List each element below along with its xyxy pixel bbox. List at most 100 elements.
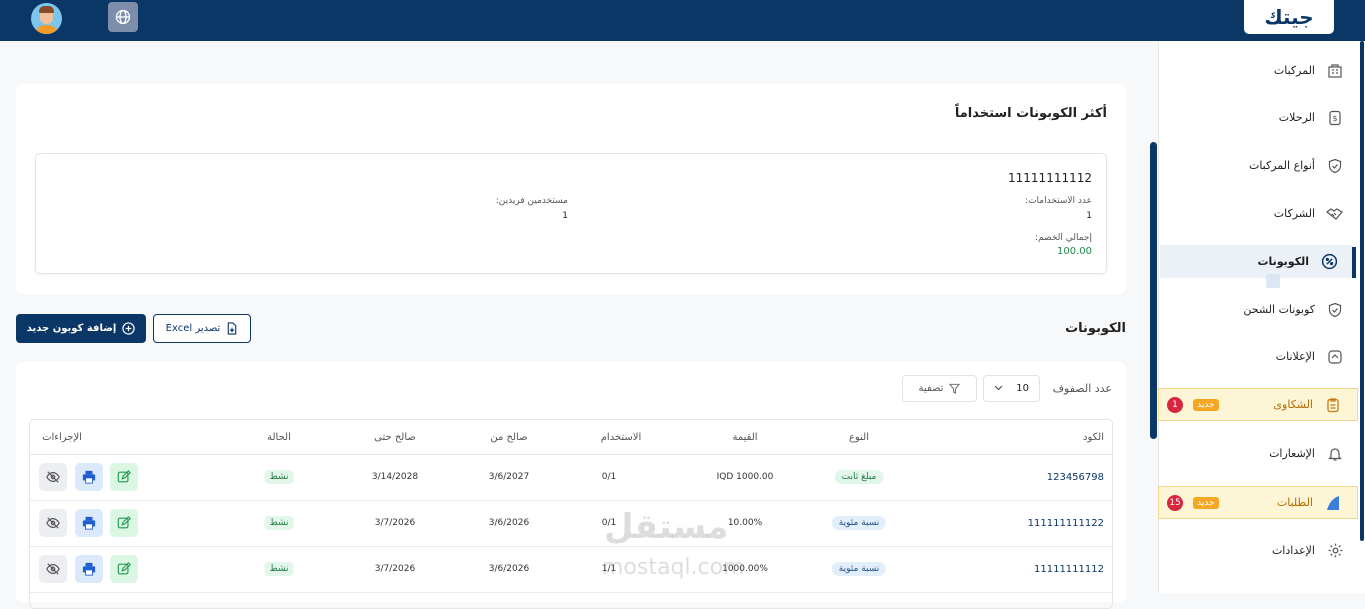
sidebar-item-vehicle-types[interactable]: أنواع المركبات	[1160, 149, 1359, 182]
total-discount-value: 100.00	[1057, 246, 1092, 257]
gear-icon	[1325, 541, 1345, 561]
eye-off-icon	[46, 563, 60, 575]
table-header: الكود النوع القيمة الاستخدام صالح من صال…	[30, 420, 1112, 455]
sidebar-item-coupons[interactable]: الكوبونات	[1160, 245, 1353, 278]
printer-icon	[82, 470, 96, 484]
sidebar-item-vehicles[interactable]: المركبات	[1160, 54, 1359, 87]
language-button[interactable]	[108, 2, 138, 32]
sidebar-item-notifications[interactable]: الإشعارات	[1160, 437, 1359, 470]
filter-button[interactable]: تصفية	[902, 375, 977, 402]
print-button[interactable]	[75, 509, 103, 537]
row-usage: 0/1	[601, 472, 617, 482]
sidebar-item-ads[interactable]: الإعلانات	[1160, 340, 1359, 373]
brand-logo[interactable]: جيتك	[1244, 0, 1334, 34]
content-scrollbar[interactable]	[1150, 142, 1157, 439]
hide-button[interactable]	[39, 509, 67, 537]
building-icon	[1325, 61, 1345, 81]
hide-button[interactable]	[39, 555, 67, 583]
chevron-down-icon	[994, 383, 1003, 394]
user-avatar[interactable]	[31, 3, 62, 34]
new-badge: جديد	[1193, 496, 1219, 509]
print-button[interactable]	[75, 555, 103, 583]
printer-icon	[82, 516, 96, 530]
sidebar-item-complaints[interactable]: الشكاوى جديد 1	[1158, 388, 1358, 421]
type-pill: نسبة مئوية	[831, 562, 887, 576]
header-actions: الإجراءات	[42, 432, 82, 443]
section-title: الكوبونات	[1065, 321, 1126, 336]
table-row[interactable]: 123456798 مبلغ ثابت IQD 1000.00 0/1 3/6/…	[30, 455, 1112, 501]
card-title: أكثر الكوبونات استخداماً	[954, 106, 1107, 121]
row-value: IQD 1000.00	[716, 472, 774, 482]
add-coupon-button[interactable]: إضافة كوبون جديد	[16, 314, 146, 343]
sidebar-item-label: الشكاوى	[1273, 398, 1313, 411]
sidebar-item-label: الكوبونات	[1257, 255, 1309, 268]
sidebar-item-shipping-coupons[interactable]: كوبونات الشحن	[1160, 293, 1359, 326]
add-coupon-label: إضافة كوبون جديد	[26, 323, 117, 334]
sidebar-item-companies[interactable]: الشركات	[1160, 197, 1359, 230]
count-badge: 1	[1167, 396, 1183, 413]
export-label: تصدير Excel	[165, 323, 221, 334]
discount-badge-icon	[1319, 252, 1339, 272]
row-valid-from: 3/6/2027	[488, 472, 530, 482]
sidebar-item-label: كوبونات الشحن	[1243, 303, 1315, 316]
sidebar-item-label: الشركات	[1273, 207, 1315, 220]
edit-button[interactable]	[110, 555, 138, 583]
receipt-dollar-icon: $	[1325, 108, 1345, 128]
new-badge: جديد	[1193, 398, 1219, 411]
print-button[interactable]	[75, 463, 103, 491]
row-value: 10.00%	[727, 518, 763, 528]
row-valid-to: 3/7/2026	[374, 564, 416, 574]
table-row[interactable]: 111111111122 نسبة مئوية 10.00% 0/1 3/6/2…	[30, 501, 1112, 547]
header-type: النوع	[849, 432, 869, 443]
uses-value: 1	[1086, 211, 1092, 221]
unique-users-label: مستخدمين فريدين:	[495, 196, 568, 206]
svg-text:$: $	[1332, 114, 1337, 123]
edit-button[interactable]	[110, 463, 138, 491]
unique-users-value: 1	[562, 211, 568, 221]
edit-button[interactable]	[110, 509, 138, 537]
header-valid-from: صالح من	[490, 432, 528, 443]
rows-per-page-select[interactable]: 10	[983, 375, 1040, 402]
top-coupons-card: أكثر الكوبونات استخداماً 11111111112 عدد…	[16, 84, 1126, 294]
eye-off-icon	[46, 517, 60, 529]
coupon-code: 11111111112	[1008, 171, 1092, 185]
sidebar-item-trips[interactable]: $ الرحلات	[1160, 101, 1359, 134]
printer-icon	[82, 562, 96, 576]
row-code[interactable]: 123456798	[1047, 472, 1104, 483]
sidebar-item-label: أنواع المركبات	[1248, 159, 1315, 172]
export-excel-button[interactable]: تصدير Excel	[153, 314, 251, 343]
sidebar-item-settings[interactable]: الإعدادات	[1160, 534, 1359, 567]
shield-check-icon	[1325, 300, 1345, 320]
translate-icon[interactable]	[1266, 274, 1280, 288]
plus-circle-icon	[122, 322, 135, 335]
rows-per-page-value: 10	[1016, 383, 1029, 394]
sidebar-item-label: الطلبات	[1276, 496, 1313, 509]
header-value: القيمة	[732, 432, 758, 443]
type-pill: نسبة مئوية	[831, 516, 887, 530]
header-code: الكود	[1083, 432, 1104, 443]
header-usage: الاستخدام	[600, 432, 642, 443]
filter-label: تصفية	[918, 383, 944, 394]
status-badge: نشط	[264, 516, 294, 530]
sidebar-scrollbar[interactable]	[1360, 41, 1364, 541]
row-code[interactable]: 111111111122	[1028, 518, 1104, 529]
uses-label: عدد الاستخدامات:	[1025, 196, 1092, 206]
sidebar-item-label: الإعدادات	[1271, 544, 1315, 557]
count-badge: 15	[1167, 494, 1183, 511]
coupons-table: الكود النوع القيمة الاستخدام صالح من صال…	[29, 419, 1113, 609]
total-discount-label: إجمالي الخصم:	[1035, 233, 1092, 243]
hide-button[interactable]	[39, 463, 67, 491]
bell-icon	[1325, 444, 1345, 464]
sidebar-item-orders[interactable]: الطلبات جديد 15	[1158, 486, 1358, 519]
table-row[interactable]: 11111111112 نسبة مئوية 1000.00% 1/1 3/6/…	[30, 547, 1112, 593]
clipboard-icon	[1323, 395, 1343, 415]
row-valid-to: 3/7/2026	[374, 518, 416, 528]
row-valid-from: 3/6/2026	[488, 564, 530, 574]
header-valid-to: صالح حتى	[374, 432, 416, 443]
row-code[interactable]: 11111111112	[1034, 564, 1104, 575]
active-indicator	[1352, 247, 1356, 278]
status-badge: نشط	[264, 562, 294, 576]
filter-icon	[949, 383, 961, 394]
sidebar-item-label: الإعلانات	[1275, 350, 1315, 363]
shield-check-icon	[1325, 156, 1345, 176]
